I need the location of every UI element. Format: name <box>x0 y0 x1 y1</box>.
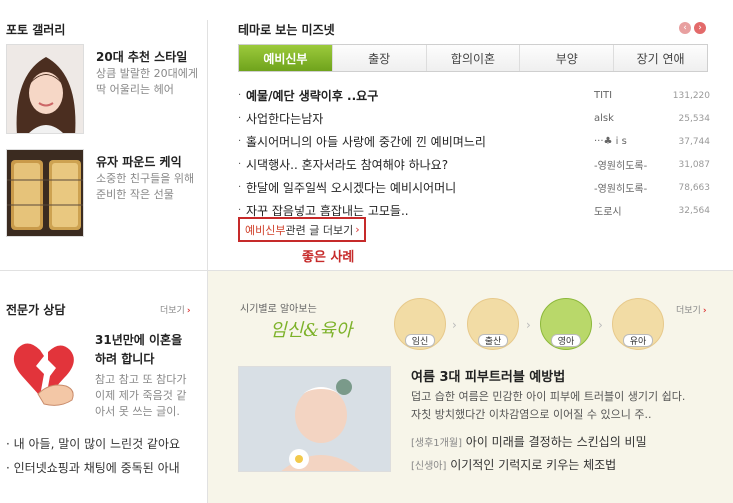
post-views: 131,220 <box>672 90 710 101</box>
pregnancy-label-small: 시기별로 알아보는 <box>240 304 317 315</box>
post-title[interactable]: 홀시어머니의 아들 사랑에 중간에 낀 예비며느리 <box>246 133 594 150</box>
gallery-thumb-cake[interactable] <box>6 149 84 237</box>
expert-link[interactable]: · 인터넷쇼핑과 채팅에 중독된 아내 <box>6 459 180 476</box>
bullet-icon: · <box>238 90 242 101</box>
column-divider <box>207 20 208 503</box>
expert-more-link[interactable]: 더보기 › <box>160 303 191 316</box>
more-link-topic: 예비신부 <box>245 223 286 237</box>
gallery-item-desc: 소중한 친구들을 위해 <box>96 172 195 185</box>
pregnancy-link-tag: [신생아] <box>411 461 447 472</box>
post-views: 32,564 <box>678 205 711 216</box>
theme-title: 테마로 보는 미즈넷 <box>238 23 335 37</box>
stage-label[interactable]: 유아 <box>623 334 653 347</box>
expert-feature-desc: 참고 참고 또 참다가 <box>95 373 187 386</box>
prev-arrow-icon[interactable]: ‹ <box>679 22 691 34</box>
expert-feature-title[interactable]: 하려 합니다 <box>95 350 154 367</box>
post-title[interactable]: 사업한다는남자 <box>246 110 594 127</box>
article-desc: 덥고 습한 여름은 민감한 아이 피부에 트러블이 생기기 쉽다. <box>411 390 686 403</box>
tab-support[interactable]: 부양 <box>519 45 614 71</box>
expert-title: 전문가 상담 <box>6 303 66 317</box>
good-example-caption: 좋은 사례 <box>302 250 355 265</box>
chevron-right-icon: › <box>526 318 531 332</box>
list-item[interactable]: · 사업한다는남자 alsk 25,534 <box>238 107 710 130</box>
bullet-icon: · <box>238 136 242 147</box>
more-label: 더보기 <box>160 306 185 316</box>
post-title[interactable]: 예물/예단 생략이후 ..요구 <box>246 87 594 104</box>
chevron-right-icon: › <box>598 318 603 332</box>
theme-post-list: · 예물/예단 생략이후 ..요구 TITI 131,220 · 사업한다는남자… <box>238 84 710 222</box>
chevron-right-icon: › <box>702 306 707 316</box>
post-author: alsk <box>594 113 614 124</box>
post-author: ···♣ i s <box>594 136 627 147</box>
pregnancy-link-text: 이기적인 기럭지로 키우는 체조법 <box>446 458 617 472</box>
stage-label[interactable]: 임신 <box>405 334 435 347</box>
expert-feature-title[interactable]: 31년만에 이혼을 <box>95 331 182 348</box>
baby-photo-image <box>239 367 390 471</box>
bullet-icon: · <box>238 205 242 216</box>
gallery-thumb-hair[interactable] <box>6 44 84 134</box>
chevron-right-icon: › <box>186 306 191 316</box>
post-title[interactable]: 한달에 일주일씩 오시겠다는 예비시어머니 <box>246 179 594 196</box>
post-views: 78,663 <box>678 182 711 193</box>
list-item[interactable]: · 한달에 일주일씩 오시겠다는 예비시어머니 -영원히도록- 78,663 <box>238 176 710 199</box>
bullet-icon: · <box>238 113 242 124</box>
list-item[interactable]: · 예물/예단 생략이후 ..요구 TITI 131,220 <box>238 84 710 107</box>
expert-feature-desc: 이제 제가 죽음것 같 <box>95 389 187 402</box>
related-posts-more-link[interactable]: 예비신부 관련 글 더보기 › <box>238 217 366 242</box>
post-title[interactable]: 시댁행사.. 혼자서라도 참여해야 하나요? <box>246 156 594 173</box>
gallery-item-title[interactable]: 유자 파운드 케익 <box>96 153 182 170</box>
article-title[interactable]: 여름 3대 피부트러블 예방법 <box>411 366 565 385</box>
tab-business-trip[interactable]: 출장 <box>331 45 426 71</box>
more-label: 더보기 <box>676 306 701 316</box>
pound-cake-image <box>7 150 83 236</box>
gallery-item-title[interactable]: 20대 추천 스타일 <box>96 48 187 65</box>
bullet-icon: · <box>238 159 242 170</box>
bullet-icon: · <box>238 182 242 193</box>
gallery-item-desc: 준비한 작은 선물 <box>96 188 174 201</box>
post-author: -영원히도록- <box>594 184 648 195</box>
more-link-label: 관련 글 더보기 <box>285 223 354 237</box>
post-author: TITI <box>594 90 613 101</box>
chevron-right-icon: › <box>452 318 457 332</box>
expert-link[interactable]: · 내 아들, 말이 많이 느린것 같아요 <box>6 435 180 452</box>
stage-label[interactable]: 출산 <box>478 334 508 347</box>
gallery-item-desc: 딱 어울리는 헤어 <box>96 83 174 96</box>
tab-bride[interactable]: 예비신부 <box>239 45 332 71</box>
tab-long-dating[interactable]: 장기 연애 <box>613 45 707 71</box>
pregnancy-more-link[interactable]: 더보기 › <box>676 303 707 316</box>
theme-tabs: 예비신부 출장 합의이혼 부양 장기 연애 <box>238 44 708 72</box>
pregnancy-link[interactable]: [신생아] 이기적인 기럭지로 키우는 체조법 <box>411 456 616 473</box>
list-item[interactable]: · 홀시어머니의 아들 사랑에 중간에 낀 예비며느리 ···♣ i s 37,… <box>238 130 710 153</box>
woman-portrait-image <box>7 45 83 133</box>
post-views: 25,534 <box>678 113 711 124</box>
next-arrow-icon[interactable]: › <box>694 22 706 34</box>
post-author: 도로시 <box>594 207 622 218</box>
expert-feature-desc: 아서 못 쓰는 글이. <box>95 405 180 418</box>
pregnancy-link-text: 아이 미래를 결정하는 스킨십의 비밀 <box>461 435 647 449</box>
list-item[interactable]: · 시댁행사.. 혼자서라도 참여해야 하나요? -영원히도록- 31,087 <box>238 153 710 176</box>
post-views: 31,087 <box>678 159 711 170</box>
post-author: -영원히도록- <box>594 161 648 172</box>
expert-link-text: 내 아들, 말이 많이 느린것 같아요 <box>13 437 181 451</box>
chevron-right-icon: › <box>355 223 360 236</box>
expert-link-text: 인터넷쇼핑과 채팅에 중독된 아내 <box>13 461 180 475</box>
broken-heart-icon <box>10 338 80 410</box>
tab-divorce[interactable]: 합의이혼 <box>425 45 520 71</box>
article-thumbnail[interactable] <box>238 366 391 472</box>
pregnancy-label-big: 임신&육아 <box>270 320 353 341</box>
article-desc: 자칫 방치했다간 이차감염으로 이어질 수 있으니 주.. <box>411 408 652 421</box>
left-divider <box>0 270 207 271</box>
post-views: 37,744 <box>678 136 711 147</box>
gallery-item-desc: 상큼 발랄한 20대에게 <box>96 67 198 80</box>
pregnancy-link-tag: [생후1개월] <box>411 438 462 449</box>
pregnancy-link[interactable]: [생후1개월] 아이 미래를 결정하는 스킨십의 비밀 <box>411 433 647 450</box>
stage-label[interactable]: 영아 <box>551 334 581 347</box>
right-divider <box>207 270 733 271</box>
photo-gallery-title: 포토 갤러리 <box>6 23 66 37</box>
